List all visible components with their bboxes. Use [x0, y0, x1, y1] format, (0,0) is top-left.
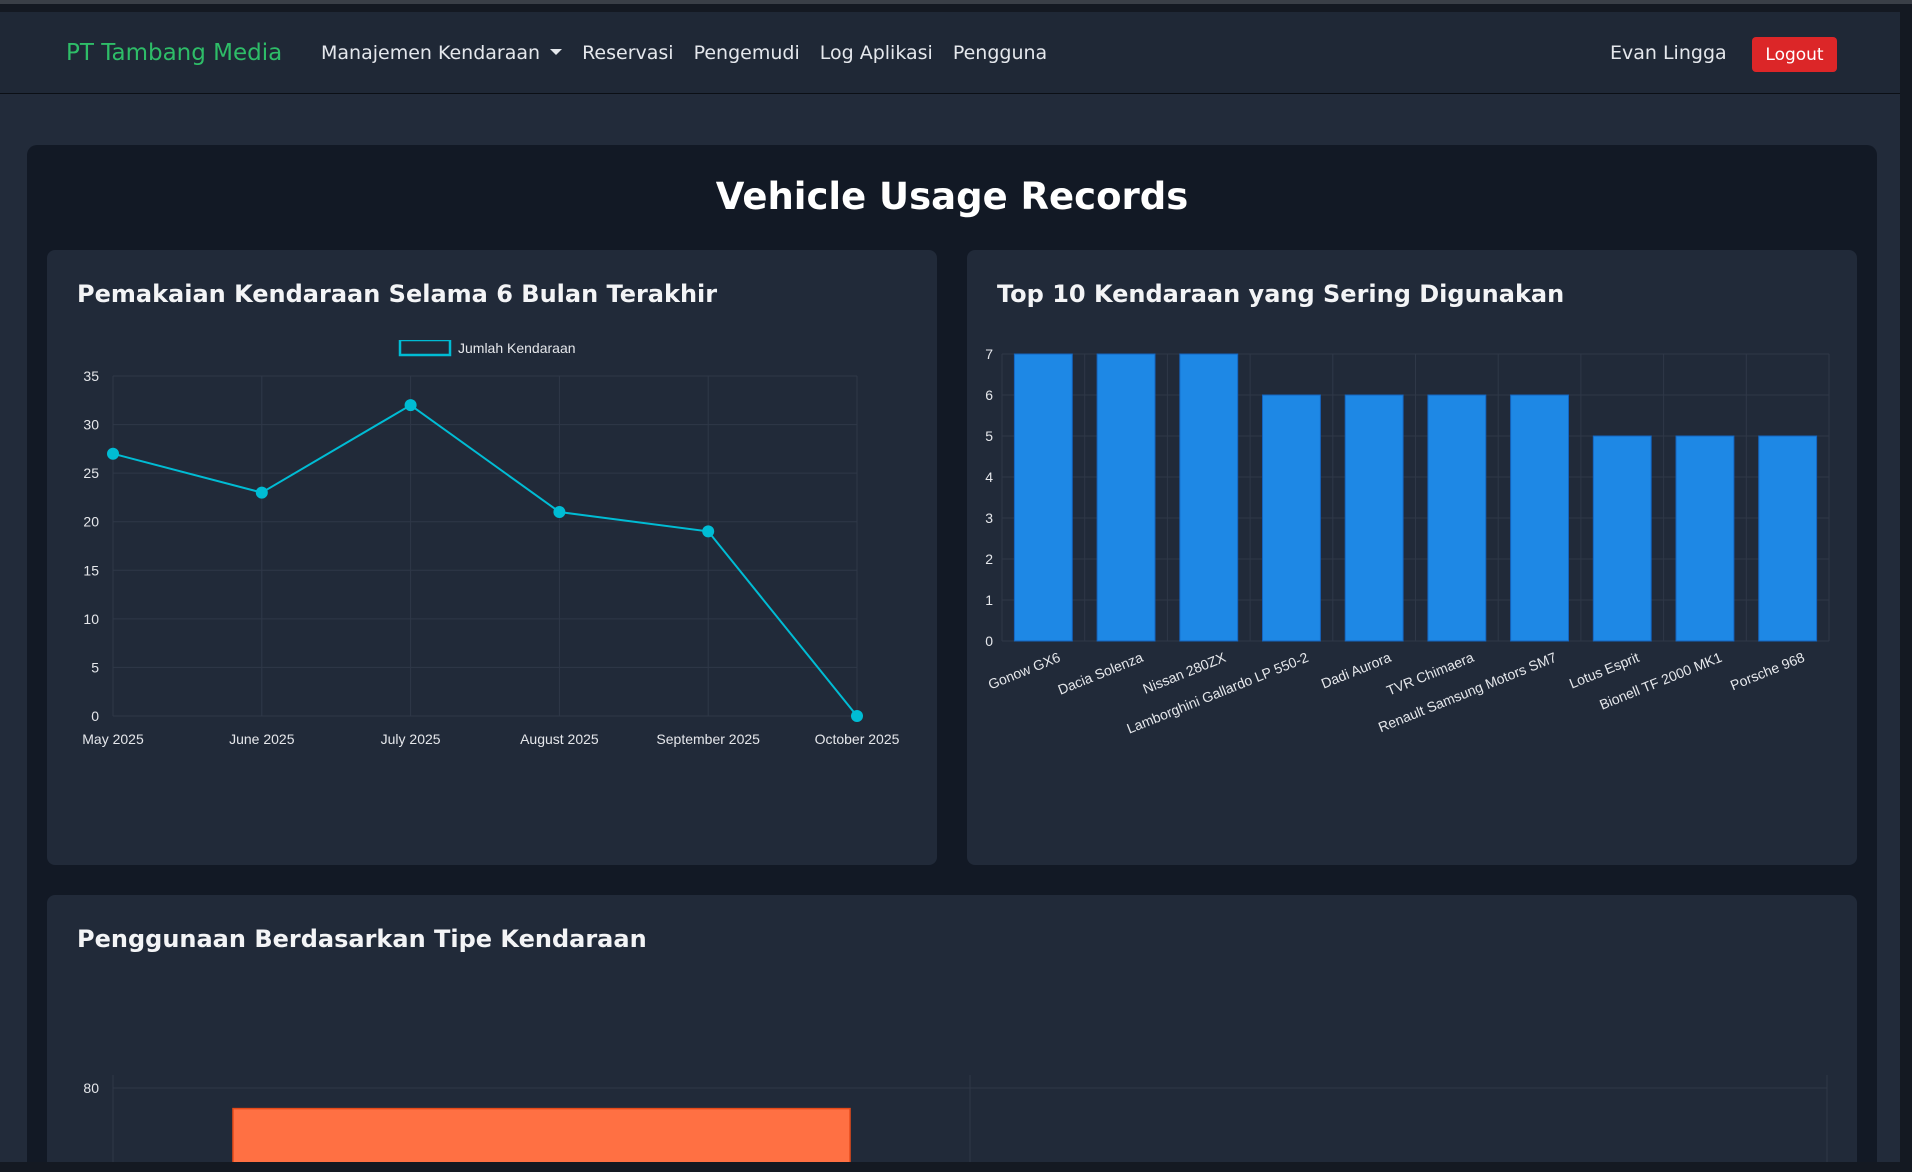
vehicle-type-card: Penggunaan Berdasarkan Tipe Kendaraan 70… — [47, 895, 1857, 1162]
card-title: Pemakaian Kendaraan Selama 6 Bulan Terak… — [77, 280, 718, 308]
top10-vehicles-bar-chart: 01234567Gonow GX6Dacia SolenzaNissan 280… — [985, 346, 1830, 737]
y-tick-label: 0 — [91, 708, 99, 724]
x-tick-label: Dadi Aurora — [1319, 649, 1394, 692]
data-point — [107, 447, 119, 460]
user-name: Evan Lingga — [1610, 42, 1727, 64]
x-tick-label: August 2025 — [520, 731, 599, 747]
bar — [1179, 353, 1239, 642]
monthly-usage-card: Pemakaian Kendaraan Selama 6 Bulan Terak… — [47, 250, 937, 865]
nav-reservasi[interactable]: Reservasi — [582, 42, 674, 64]
series-line — [112, 403, 858, 717]
monthly-usage-line-chart: 0 5 10 15 20 25 30 35 May 2025 June 2025 July 2025… — [82, 340, 900, 747]
data-point — [404, 399, 417, 412]
bar — [1592, 435, 1652, 642]
nav-pengemudi[interactable]: Pengemudi — [694, 42, 800, 64]
y-tick-label: 15 — [83, 562, 99, 578]
bar — [1427, 394, 1487, 642]
logout-button[interactable]: Logout — [1752, 37, 1837, 72]
bar — [1758, 435, 1818, 642]
y-tick-label: 2 — [985, 551, 993, 567]
y-tick-label: 0 — [985, 633, 993, 649]
y-tick-label: 5 — [985, 428, 993, 444]
bar — [232, 1107, 851, 1162]
bar — [1096, 353, 1156, 642]
nav-links: Manajemen Kendaraan Reservasi Pengemudi … — [321, 42, 1067, 64]
x-tick-label: July 2025 — [381, 731, 441, 747]
x-tick-label: May 2025 — [82, 731, 144, 747]
card-title: Penggunaan Berdasarkan Tipe Kendaraan — [77, 925, 647, 953]
card-title: Top 10 Kendaraan yang Sering Digunakan — [997, 280, 1565, 308]
brand-logo[interactable]: PT Tambang Media — [66, 40, 282, 66]
bar — [1013, 353, 1073, 642]
page-title: Vehicle Usage Records — [715, 175, 1189, 218]
x-tick-label: Gonow GX6 — [986, 649, 1063, 692]
data-point — [851, 710, 863, 722]
legend-label: Jumlah Kendaraan — [458, 340, 576, 356]
data-point — [553, 506, 566, 518]
x-tick-label: Porsche 968 — [1728, 649, 1807, 693]
y-tick-label: 3 — [985, 510, 993, 526]
x-tick-label: Dacia Solenza — [1055, 649, 1145, 698]
y-tick-label: 10 — [83, 611, 99, 627]
x-tick-label: September 2025 — [656, 731, 760, 747]
y-tick-label: 1 — [985, 592, 993, 608]
bar — [1344, 394, 1404, 642]
y-tick-label: 4 — [985, 469, 993, 485]
y-tick-label: 80 — [83, 1080, 99, 1096]
navbar: PT Tambang Media Manajemen Kendaraan Res… — [0, 12, 1900, 94]
bar — [1262, 394, 1321, 642]
bar — [1675, 435, 1735, 642]
main-container: Vehicle Usage Records Pemakaian Kendaraa… — [27, 145, 1877, 1162]
x-tick-label: October 2025 — [815, 731, 900, 747]
y-tick-label: 35 — [83, 368, 99, 384]
x-tick-label: June 2025 — [229, 731, 295, 747]
vehicle-type-bar-chart: 7080 — [83, 1075, 1828, 1162]
screen-top-edge — [0, 0, 1912, 4]
nav-label: Manajemen Kendaraan — [321, 42, 541, 64]
y-tick-label: 25 — [83, 465, 99, 481]
data-point — [702, 525, 715, 538]
nav-log-aplikasi[interactable]: Log Aplikasi — [820, 42, 933, 64]
bar — [1510, 394, 1569, 642]
y-tick-label: 5 — [91, 659, 99, 675]
y-tick-label: 7 — [985, 346, 993, 362]
caret-down-icon — [550, 49, 563, 55]
y-tick-label: 6 — [985, 387, 993, 403]
y-tick-label: 30 — [83, 417, 99, 433]
legend-swatch — [398, 340, 452, 357]
top10-vehicles-card: Top 10 Kendaraan yang Sering Digunakan 0… — [967, 250, 1857, 865]
nav-manajemen-kendaraan-dropdown[interactable]: Manajemen Kendaraan — [321, 42, 563, 64]
data-point — [255, 486, 268, 499]
app-window: PT Tambang Media Manajemen Kendaraan Res… — [0, 12, 1900, 1162]
nav-pengguna[interactable]: Pengguna — [953, 42, 1047, 64]
y-tick-label: 20 — [83, 514, 99, 530]
